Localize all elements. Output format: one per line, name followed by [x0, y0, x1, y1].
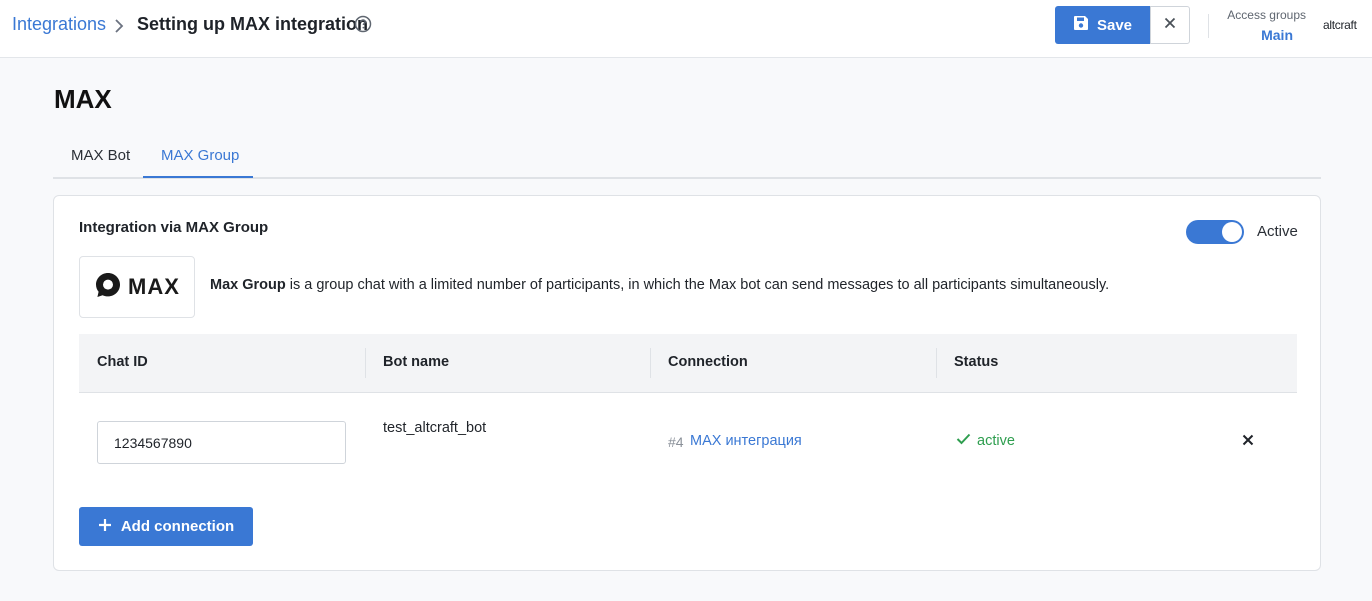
chat-id-input[interactable] [97, 421, 346, 464]
top-bar: Integrations Setting up MAX integration … [0, 0, 1372, 58]
header-divider [1208, 14, 1209, 38]
bot-name-cell: test_altcraft_bot [383, 420, 487, 436]
add-connection-button[interactable]: Add connection [79, 507, 253, 546]
integration-description: Max Group is a group chat with a limited… [210, 277, 1109, 293]
tabs: MAX Bot MAX Group [53, 135, 1321, 179]
tab-max-bot[interactable]: MAX Bot [71, 147, 130, 164]
connections-table: Chat ID Bot name Connection Status test_… [79, 334, 1297, 490]
access-groups-value[interactable]: Main [1261, 27, 1293, 43]
save-button-label: Save [1096, 16, 1133, 34]
remove-row-button[interactable] [1239, 433, 1257, 451]
integration-card: Integration via MAX Group Active MAX Max… [53, 195, 1321, 571]
column-header-chat-id: Chat ID [97, 354, 148, 370]
table-row: test_altcraft_bot #4 MAX интеграция acti… [79, 393, 1297, 490]
table-header: Chat ID Bot name Connection Status [79, 334, 1297, 393]
active-tab-indicator [143, 176, 253, 178]
help-circle-icon[interactable] [354, 15, 372, 33]
connection-number: #4 [668, 434, 684, 450]
column-separator [650, 348, 651, 378]
column-separator [365, 348, 366, 378]
add-connection-label: Add connection [120, 518, 235, 535]
column-separator [936, 348, 937, 378]
close-icon [1242, 433, 1254, 451]
breadcrumb-integrations-link[interactable]: Integrations [12, 14, 106, 35]
check-icon [956, 433, 971, 449]
max-brand-logo: MAX [79, 256, 195, 318]
column-header-bot-name: Bot name [383, 354, 450, 370]
chevron-right-icon [112, 16, 126, 36]
column-header-status: Status [954, 354, 999, 370]
max-brand-text: MAX [128, 274, 180, 299]
max-logo-icon [94, 271, 122, 304]
toggle-knob [1222, 222, 1242, 242]
altcraft-logo: altcraft [1323, 18, 1357, 32]
plus-icon [98, 518, 112, 536]
tab-max-group[interactable]: MAX Group [161, 147, 239, 164]
access-groups-label: Access groups [1227, 8, 1306, 22]
page-title: MAX [54, 84, 112, 114]
close-icon [1164, 16, 1176, 34]
status-text: active [977, 433, 1015, 449]
active-toggle[interactable] [1186, 220, 1244, 244]
floppy-disk-icon [1073, 15, 1089, 35]
status-badge: active [956, 433, 1015, 449]
description-bold: Max Group [210, 277, 286, 293]
column-header-connection: Connection [668, 354, 748, 370]
page-header-title: Setting up MAX integration [137, 14, 368, 34]
save-button[interactable]: Save [1055, 6, 1150, 44]
close-button[interactable] [1150, 6, 1190, 44]
toggle-label: Active [1257, 223, 1298, 240]
connection-link[interactable]: MAX интеграция [690, 433, 802, 449]
card-title: Integration via MAX Group [79, 219, 269, 236]
description-text: is a group chat with a limited number of… [285, 277, 1110, 293]
